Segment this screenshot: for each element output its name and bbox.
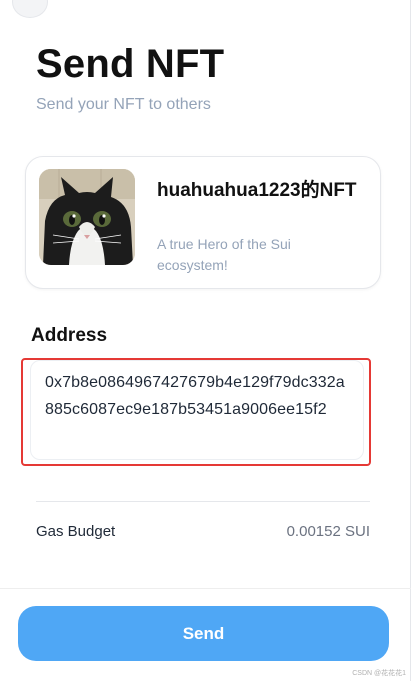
nft-name: huahuahua1223的NFT: [157, 180, 357, 201]
send-button[interactable]: Send: [18, 606, 389, 661]
gas-budget-value: 0.00152 SUI: [286, 523, 370, 540]
nft-image: [39, 169, 135, 265]
address-label: Address: [31, 325, 108, 346]
nft-card: huahuahua1223的NFT A true Hero of the Sui…: [25, 156, 381, 289]
nft-description: A true Hero of the Sui ecosystem!: [157, 236, 291, 273]
page-title: Send NFT: [36, 42, 225, 86]
send-nft-page: Send NFT Send your NFT to others huahuah…: [0, 0, 411, 681]
footer-divider: [0, 588, 411, 589]
cat-photo-icon: [39, 169, 135, 265]
gas-budget-label: Gas Budget: [36, 523, 116, 540]
watermark: CSDN @花花花1: [352, 670, 406, 677]
page-subtitle: Send your NFT to others: [36, 96, 211, 113]
address-value: 0x7b8e0864967427679b4e129f79dc332a885c60…: [45, 374, 345, 418]
divider: [36, 501, 370, 502]
back-button[interactable]: [12, 0, 48, 18]
address-input[interactable]: 0x7b8e0864967427679b4e129f79dc332a885c60…: [30, 360, 364, 460]
